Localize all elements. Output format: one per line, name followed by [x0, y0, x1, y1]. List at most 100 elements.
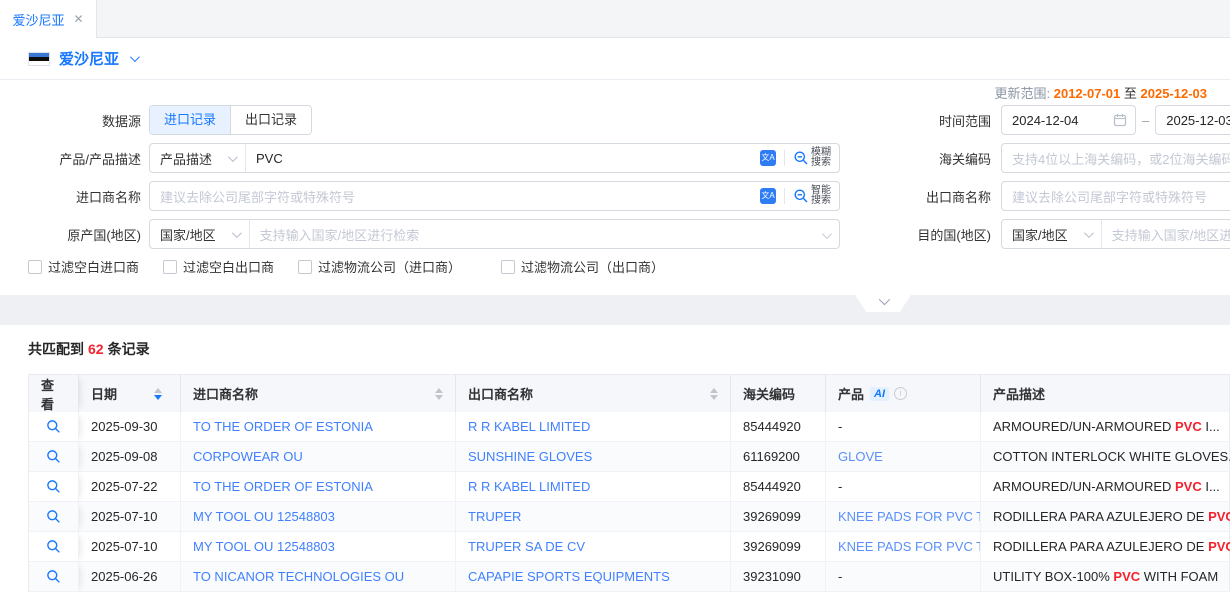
- view-record-button[interactable]: [46, 419, 61, 434]
- country-header: 爱沙尼亚: [0, 38, 1230, 80]
- product-link[interactable]: GLOVE: [838, 449, 883, 464]
- exporter-link[interactable]: R R KABEL LIMITED: [468, 419, 590, 434]
- cell-hs-code: 39269099: [731, 502, 826, 532]
- col-header-date[interactable]: 日期: [79, 375, 181, 412]
- checkbox-icon[interactable]: [163, 260, 177, 274]
- product-link[interactable]: KNEE PADS FOR PVC T...: [838, 539, 981, 554]
- sort-control-importer[interactable]: [435, 388, 443, 400]
- cell-hs-code: 85444920: [731, 472, 826, 502]
- chevron-down-icon: [1084, 228, 1094, 238]
- checkbox-icon[interactable]: [298, 260, 312, 274]
- exporter-label: 出口商名称: [840, 187, 991, 206]
- filter-checkbox[interactable]: 过滤空白进口商: [28, 257, 139, 276]
- exporter-link[interactable]: TRUPER SA DE CV: [468, 539, 585, 554]
- export-records-toggle[interactable]: 出口记录: [230, 106, 311, 134]
- divider: [784, 188, 785, 204]
- chevron-down-icon: [879, 294, 890, 305]
- checkbox-icon[interactable]: [28, 260, 42, 274]
- row-importer: 进口商名称 建议去除公司尾部字符或特殊符号 文A 智能搜索 出口商名称: [0, 181, 1230, 211]
- update-to-word: 至: [1124, 86, 1137, 101]
- view-record-button[interactable]: [46, 539, 61, 554]
- table-row: 2025-07-22 TO THE ORDER OF ESTONIA R R K…: [29, 472, 1229, 502]
- date-to-value: 2025-12-03: [1166, 113, 1230, 128]
- filter-panel: 更新范围: 2012-07-01 至 2025-12-03 数据源 进口记录 出…: [0, 80, 1230, 295]
- importer-link[interactable]: TO THE ORDER OF ESTONIA: [193, 479, 373, 494]
- date-from-input[interactable]: 2024-12-04: [1001, 105, 1136, 135]
- cell-hs-code: 39269099: [731, 532, 826, 562]
- view-record-button[interactable]: [46, 509, 61, 524]
- exporter-link[interactable]: SUNSHINE GLOVES: [468, 449, 592, 464]
- translate-icon[interactable]: 文A: [760, 188, 776, 204]
- update-from-date: 2012-07-01: [1054, 86, 1121, 101]
- cell-date: 2025-09-08: [79, 442, 181, 472]
- view-record-button[interactable]: [46, 569, 61, 584]
- hs-code-input[interactable]: 支持4位以上海关编码，或2位海关编码加上: [1001, 143, 1230, 173]
- filter-checkbox[interactable]: 过滤物流公司（出口商）: [501, 257, 664, 276]
- date-from-value: 2024-12-04: [1012, 113, 1079, 128]
- checkbox-icon[interactable]: [501, 260, 515, 274]
- ai-badge: AI: [870, 387, 889, 401]
- estonia-flag-icon: [28, 52, 50, 66]
- filter-checkbox[interactable]: 过滤物流公司（进口商）: [298, 257, 461, 276]
- results-panel: 共匹配到62条记录 查看 日期 进口商名称 出口商名称: [0, 325, 1230, 594]
- smart-search-icon[interactable]: [793, 188, 809, 204]
- sort-control-date[interactable]: [154, 388, 162, 400]
- exporter-link[interactable]: R R KABEL LIMITED: [468, 479, 590, 494]
- fuzzy-search-icon[interactable]: [793, 150, 809, 166]
- tab-estonia[interactable]: 爱沙尼亚 ✕: [0, 0, 97, 38]
- results-count: 共匹配到62条记录: [28, 339, 1230, 359]
- product-link[interactable]: KNEE PADS FOR PVC T...: [838, 509, 981, 524]
- cell-date: 2025-09-30: [79, 412, 181, 442]
- calendar-icon: [1113, 113, 1127, 127]
- importer-link[interactable]: TO NICANOR TECHNOLOGIES OU: [193, 569, 404, 584]
- records-table: 查看 日期 进口商名称 出口商名称 海关编码 产品: [28, 374, 1230, 592]
- datasource-label: 数据源: [28, 111, 141, 130]
- info-icon[interactable]: i: [894, 387, 907, 400]
- chevron-down-icon[interactable]: [130, 52, 140, 62]
- origin-country-input[interactable]: 支持输入国家/地区进行检索: [250, 225, 822, 244]
- product-label: 产品/产品描述: [28, 149, 141, 168]
- hs-code-label: 海关编码: [840, 149, 991, 168]
- cell-hs-code: 39231090: [731, 562, 826, 592]
- col-header-hs-code: 海关编码: [731, 375, 826, 412]
- view-record-button[interactable]: [46, 449, 61, 464]
- importer-link[interactable]: MY TOOL OU 12548803: [193, 539, 335, 554]
- exporter-link[interactable]: CAPAPIE SPORTS EQUIPMENTS: [468, 569, 670, 584]
- update-to-date: 2025-12-03: [1141, 86, 1208, 101]
- tab-label: 爱沙尼亚: [12, 10, 64, 29]
- import-records-toggle[interactable]: 进口记录: [150, 106, 230, 134]
- importer-link[interactable]: TO THE ORDER OF ESTONIA: [193, 419, 373, 434]
- importer-input[interactable]: 建议去除公司尾部字符或特殊符号: [150, 187, 760, 206]
- col-header-exporter[interactable]: 出口商名称: [456, 375, 731, 412]
- product-input[interactable]: PVC: [246, 151, 760, 166]
- table-body: 2025-09-30 TO THE ORDER OF ESTONIA R R K…: [29, 412, 1229, 592]
- cell-date: 2025-06-26: [79, 562, 181, 592]
- collapse-panel-handle[interactable]: [855, 295, 911, 312]
- smart-search-label[interactable]: 智能搜索: [811, 186, 831, 206]
- magnifier-icon: [46, 419, 61, 434]
- product-type-select[interactable]: 产品描述: [150, 144, 246, 172]
- date-to-input[interactable]: 2025-12-03: [1155, 105, 1230, 135]
- origin-country-select[interactable]: 国家/地区: [150, 220, 250, 248]
- sort-control-exporter[interactable]: [710, 388, 718, 400]
- destination-country-input[interactable]: 支持输入国家/地区进行检索: [1102, 225, 1230, 244]
- update-range-label: 更新范围:: [994, 86, 1050, 101]
- date-range-dash: –: [1142, 113, 1149, 128]
- exporter-input[interactable]: 建议去除公司尾部字符或特殊符号: [1001, 181, 1230, 211]
- col-header-importer[interactable]: 进口商名称: [181, 375, 456, 412]
- importer-link[interactable]: MY TOOL OU 12548803: [193, 509, 335, 524]
- time-range-label: 时间范围: [840, 111, 991, 130]
- country-title[interactable]: 爱沙尼亚: [59, 48, 119, 69]
- row-datasource: 数据源 进口记录 出口记录 时间范围 2024-12-04 – 2025-12-…: [0, 105, 1230, 135]
- view-record-button[interactable]: [46, 479, 61, 494]
- destination-country-select[interactable]: 国家/地区: [1002, 220, 1102, 248]
- exporter-link[interactable]: TRUPER: [468, 509, 521, 524]
- cell-date: 2025-07-10: [79, 502, 181, 532]
- fuzzy-search-label[interactable]: 模糊搜索: [811, 148, 831, 168]
- translate-icon[interactable]: 文A: [760, 150, 776, 166]
- chevron-down-icon[interactable]: [822, 229, 832, 239]
- row-origin: 原产国(地区) 国家/地区 支持输入国家/地区进行检索 目的国(地区) 国家/地…: [0, 219, 1230, 249]
- close-icon[interactable]: ✕: [73, 12, 83, 26]
- filter-checkbox[interactable]: 过滤空白出口商: [163, 257, 274, 276]
- importer-link[interactable]: CORPOWEAR OU: [193, 449, 303, 464]
